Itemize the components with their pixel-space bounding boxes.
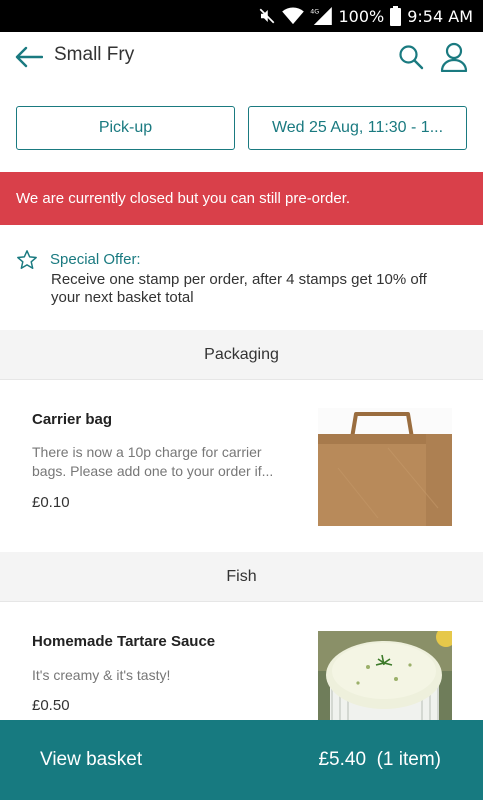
special-offer: Special Offer: Receive one stamp per ord… [0,247,483,327]
closed-banner-text: We are currently closed but you can stil… [16,190,351,207]
basket-price: £5.40 [318,749,367,770]
view-basket-label: View basket [40,749,143,770]
battery-icon [390,6,402,26]
item-price: £0.10 [32,494,70,511]
page-title: Small Fry [54,44,135,65]
wifi-icon [282,7,305,25]
item-description: It's creamy & it's tasty! [32,667,171,683]
back-arrow-icon[interactable] [14,42,44,72]
svg-text:4G: 4G [311,8,320,15]
signal-icon: 4G [310,7,333,25]
order-options: Pick-up Wed 25 Aug, 11:30 - 1... [0,106,483,150]
basket-item-count: (1 item) [376,749,441,770]
closed-banner: We are currently closed but you can stil… [0,172,483,225]
item-name: Carrier bag [32,411,113,428]
tartare-sauce-image [318,631,452,731]
view-basket-button[interactable]: View basket £5.40 (1 item) [0,720,483,800]
section-header-packaging: Packaging [0,330,483,380]
item-name: Homemade Tartare Sauce [32,633,216,650]
menu-item-carrier-bag[interactable]: Carrier bag There is now a 10p charge fo… [0,381,483,551]
item-description: There is now a 10p charge for carrier ba… [32,444,274,479]
star-icon [16,249,38,271]
battery-percentage: 100% [338,6,385,26]
status-bar: 4G 100% 9:54 AM [0,0,483,32]
item-price: £0.50 [32,697,70,714]
section-title: Packaging [204,345,279,363]
offer-description: Receive one stamp per order, after 4 sta… [51,271,427,306]
clock: 9:54 AM [407,6,473,26]
search-icon[interactable] [396,42,426,72]
account-icon[interactable] [438,41,470,73]
section-title: Fish [226,567,257,585]
section-header-fish: Fish [0,552,483,602]
pickup-mode-button[interactable]: Pick-up [16,106,235,150]
app-bar: Small Fry [0,32,483,84]
basket-total: £5.40 (1 item) [318,749,441,771]
pickup-time-button[interactable]: Wed 25 Aug, 11:30 - 1... [248,106,467,150]
carrier-bag-image [318,408,452,526]
offer-title: Special Offer: [50,251,141,268]
mute-icon [258,7,276,25]
